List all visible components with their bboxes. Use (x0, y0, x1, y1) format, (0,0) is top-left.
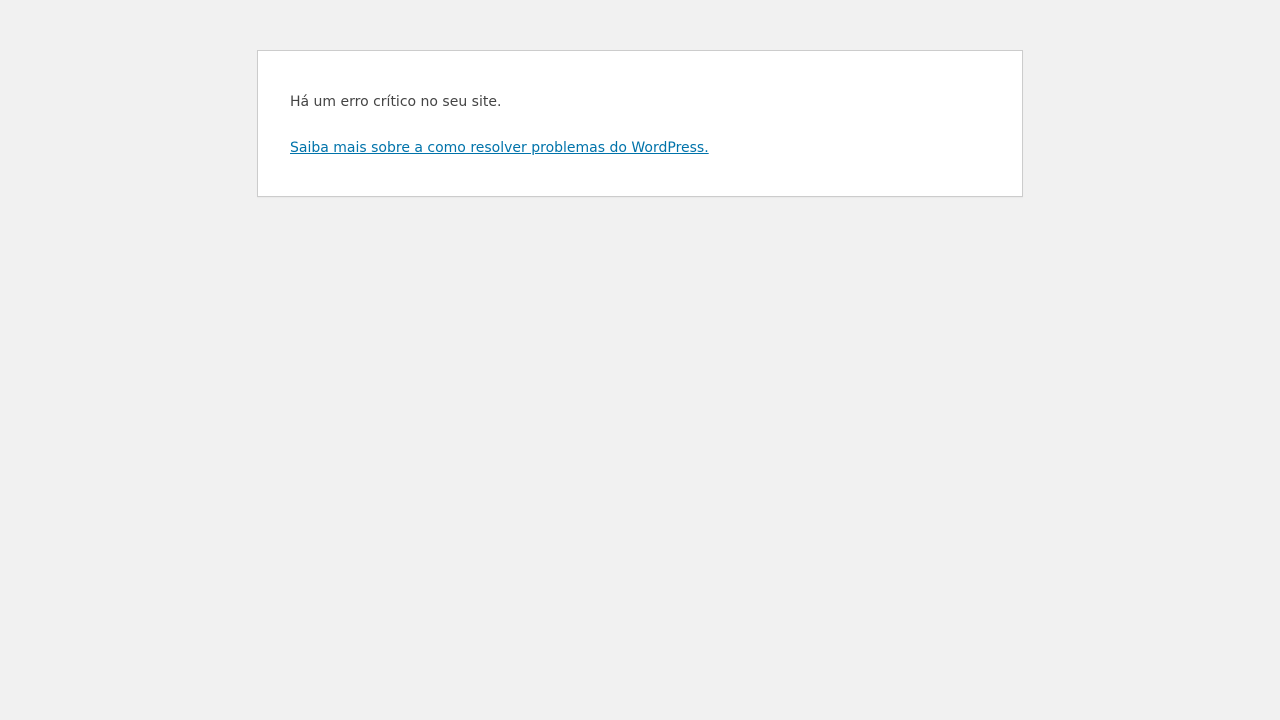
error-panel: Há um erro crítico no seu site. Saiba ma… (257, 50, 1023, 197)
error-message: Há um erro crítico no seu site. (290, 94, 502, 110)
help-paragraph: Saiba mais sobre a como resolver problem… (290, 139, 709, 157)
wordpress-help-link[interactable]: Saiba mais sobre a como resolver problem… (290, 140, 709, 156)
